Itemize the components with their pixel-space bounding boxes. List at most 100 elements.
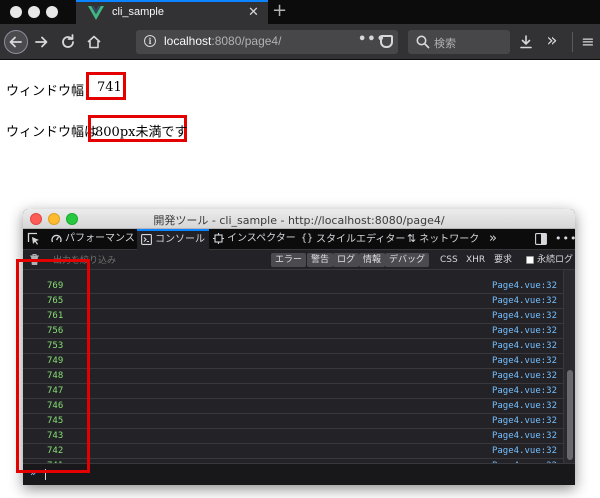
console-input[interactable]: »: [23, 463, 575, 485]
window-width-label: ウィンドウ幅: [6, 84, 85, 99]
download-icon: [520, 35, 532, 49]
console-log-row: 769 Page4.vue:32: [23, 279, 563, 294]
downloads-button[interactable]: [514, 30, 538, 54]
console-log-source-link[interactable]: Page4.vue:32: [492, 371, 557, 381]
devtools-titlebar: 開発ツール - cli_sample - http://localhost:80…: [23, 209, 575, 229]
console-output[interactable]: 769 Page4.vue:32 765 Page4.vue:32 761 Page4.v…: [23, 270, 563, 474]
filter-css-toggle[interactable]: CSS: [440, 253, 458, 267]
overflow-menu-button[interactable]: »: [540, 30, 564, 54]
site-info-icon[interactable]: i: [144, 35, 156, 47]
console-log-source-link[interactable]: Page4.vue:32: [492, 356, 557, 366]
devtools-menu-icon[interactable]: •••: [555, 229, 575, 250]
tab-network[interactable]: ⇅ ネットワーク: [407, 229, 479, 250]
console-log-source-link[interactable]: Page4.vue:32: [492, 431, 557, 441]
tab-performance[interactable]: パフォーマンス: [51, 229, 135, 250]
console-log-row: 765 Page4.vue:32: [23, 294, 563, 309]
style-editor-braces-icon: {}: [301, 233, 314, 244]
window-width-value: 741: [97, 80, 122, 95]
filter-debug-button[interactable]: デバッグ: [385, 253, 430, 267]
console-log-row: 749 Page4.vue:32: [23, 354, 563, 369]
back-button[interactable]: [4, 30, 28, 54]
vue-logo-icon: [88, 6, 104, 20]
element-picker-button[interactable]: [27, 229, 43, 250]
home-button[interactable]: [82, 30, 106, 54]
console-log-row: 753 Page4.vue:32: [23, 339, 563, 354]
console-log-source-link[interactable]: Page4.vue:32: [492, 416, 557, 426]
console-log-row: 742 Page4.vue:32: [23, 444, 563, 459]
console-log-source-link[interactable]: Page4.vue:32: [492, 341, 557, 351]
console-log-row: 748 Page4.vue:32: [23, 369, 563, 384]
url-text[interactable]: localhost:8080/page4/: [164, 34, 281, 48]
tab-console[interactable]: コンソール: [137, 229, 209, 250]
tab-close-icon[interactable]: ✕: [248, 5, 259, 20]
devtools-toolbar: パフォーマンス コンソール インスペクター {} スタイルエディター ⇅ ネットワー…: [23, 229, 575, 250]
persist-logs-checkbox[interactable]: [526, 256, 534, 264]
console-log-row: 745 Page4.vue:32: [23, 414, 563, 429]
window-width-message-prefix: ウィンドウ幅は: [6, 125, 98, 140]
console-log-source-link[interactable]: Page4.vue:32: [492, 296, 557, 306]
tab-network-label: ネットワーク: [419, 234, 480, 245]
reload-button[interactable]: [56, 30, 80, 54]
devtools-window-title: 開発ツール - cli_sample - http://localhost:80…: [153, 214, 445, 227]
performance-gauge-icon: [51, 234, 62, 242]
search-placeholder: 検索: [434, 37, 456, 50]
filter-requests-toggle[interactable]: 要求: [494, 253, 512, 267]
console-scrollbar-thumb[interactable]: [567, 370, 573, 460]
console-log-source-link[interactable]: Page4.vue:32: [492, 386, 557, 396]
tab-style-editor-label: スタイルエディター: [316, 234, 406, 245]
console-log-source-link[interactable]: Page4.vue:32: [492, 326, 557, 336]
dock-icon: [535, 233, 547, 245]
window-width-message-value: 800px未満です: [95, 125, 188, 140]
search-icon: [416, 35, 430, 49]
new-tab-button[interactable]: +: [272, 0, 287, 21]
console-log-source-link[interactable]: Page4.vue:32: [492, 281, 557, 291]
filter-info-button[interactable]: 情報: [359, 253, 386, 267]
filter-warnings-button[interactable]: 警告: [307, 253, 334, 267]
url-path: :8080/page4/: [211, 34, 282, 48]
tab-style-editor[interactable]: {} スタイルエディター: [301, 229, 405, 250]
zoom-window-button[interactable]: [46, 6, 58, 18]
console-filter-bar: 出力を絞り込み エラー 警告 ログ 情報 デバッグ CSS XHR 要求 永続ロ…: [23, 250, 575, 270]
console-log-row: 743 Page4.vue:32: [23, 429, 563, 444]
toolbar-separator: [572, 32, 573, 52]
reload-icon: [62, 34, 74, 48]
close-window-button[interactable]: [10, 6, 22, 18]
back-arrow-icon: [9, 36, 22, 48]
filter-logs-button[interactable]: ログ: [333, 253, 360, 267]
pocket-icon[interactable]: [380, 35, 393, 48]
tab-inspector-label: インスペクター: [227, 233, 296, 244]
tab-cli-sample[interactable]: cli_sample ✕: [76, 0, 268, 24]
browser-navbar: i localhost:8080/page4/ ••• 検索 » ≡: [0, 24, 600, 60]
console-log-source-link[interactable]: Page4.vue:32: [492, 401, 557, 411]
console-icon: [141, 233, 152, 245]
console-log-row: 761 Page4.vue:32: [23, 309, 563, 324]
picker-icon: [27, 232, 39, 245]
persist-logs-label: 永続ログ: [537, 255, 574, 265]
console-log-source-link[interactable]: Page4.vue:32: [492, 446, 557, 456]
console-log-source-link[interactable]: Page4.vue:32: [492, 311, 557, 321]
forward-button[interactable]: [30, 30, 54, 54]
devtools-window: 開発ツール - cli_sample - http://localhost:80…: [23, 209, 575, 485]
forward-arrow-icon: [35, 36, 48, 48]
dock-mode-button[interactable]: [535, 229, 547, 250]
tab-inspector[interactable]: インスペクター: [213, 229, 296, 250]
tab-performance-label: パフォーマンス: [65, 233, 135, 244]
browser-titlebar: cli_sample ✕ +: [0, 0, 600, 24]
console-log-row: 747 Page4.vue:32: [23, 384, 563, 399]
console-log-row: 746 Page4.vue:32: [23, 399, 563, 414]
search-bar[interactable]: 検索: [408, 30, 510, 54]
url-host: localhost: [164, 34, 212, 48]
url-bar[interactable]: i localhost:8080/page4/ •••: [136, 30, 398, 54]
console-log-row: 756 Page4.vue:32: [23, 324, 563, 339]
home-icon: [87, 35, 101, 49]
hamburger-menu-icon[interactable]: ≡: [576, 30, 600, 54]
filter-xhr-toggle[interactable]: XHR: [466, 253, 485, 267]
network-arrows-icon: ⇅: [407, 232, 417, 245]
inspector-icon: [213, 232, 224, 244]
devtools-tabs-overflow-button[interactable]: »: [489, 229, 497, 250]
minimize-window-button[interactable]: [28, 6, 40, 18]
console-scrollbar[interactable]: [563, 270, 575, 463]
tab-console-label: コンソール: [155, 234, 205, 245]
filter-errors-button[interactable]: エラー: [271, 253, 307, 267]
tab-title: cli_sample: [112, 6, 164, 18]
